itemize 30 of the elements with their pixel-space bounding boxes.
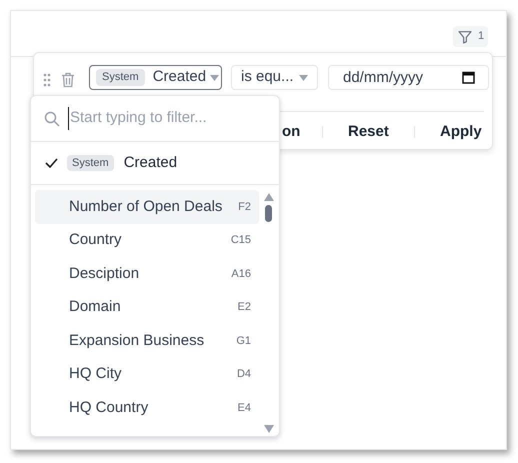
field-option[interactable]: Country C15	[35, 224, 259, 257]
filter-button[interactable]: 1	[453, 26, 488, 47]
trash-icon[interactable]	[61, 72, 75, 88]
field-option[interactable]: HQ Country E4	[35, 391, 259, 424]
system-tag: System	[96, 69, 145, 86]
field-option[interactable]: Expansion Business G1	[35, 324, 259, 358]
drag-handle-icon[interactable]	[43, 73, 51, 87]
field-select[interactable]: System Created	[89, 65, 222, 90]
selected-field-option[interactable]: System Created	[31, 142, 279, 185]
field-label: Created	[152, 67, 206, 88]
footer-button[interactable]: Apply	[440, 121, 482, 144]
footer-button[interactable]: Reset	[348, 121, 389, 144]
field-option[interactable]: Desciption A16	[35, 257, 259, 290]
field-option[interactable]: Number of Open Deals F2	[35, 190, 259, 224]
system-tag: System	[67, 155, 114, 171]
field-option[interactable]: HQ City D4	[35, 358, 259, 391]
caret-icon	[210, 75, 219, 81]
footer-button[interactable]: on	[282, 121, 300, 144]
scroll-down-icon[interactable]	[264, 425, 274, 433]
scrollbar-thumb[interactable]	[265, 205, 272, 222]
search-field[interactable]: Start typing to filter...	[68, 107, 268, 130]
date-field[interactable]: dd/mm/yyyy	[328, 65, 489, 90]
operator-select[interactable]: is equ...	[231, 65, 318, 90]
scroll-up-icon[interactable]	[264, 193, 274, 201]
field-option[interactable]: Domain E2	[35, 290, 259, 324]
search-icon	[44, 110, 60, 126]
calendar-icon	[462, 71, 475, 84]
filter-count: 1	[478, 29, 484, 44]
caret-icon	[299, 74, 308, 80]
filter-icon	[457, 28, 473, 44]
